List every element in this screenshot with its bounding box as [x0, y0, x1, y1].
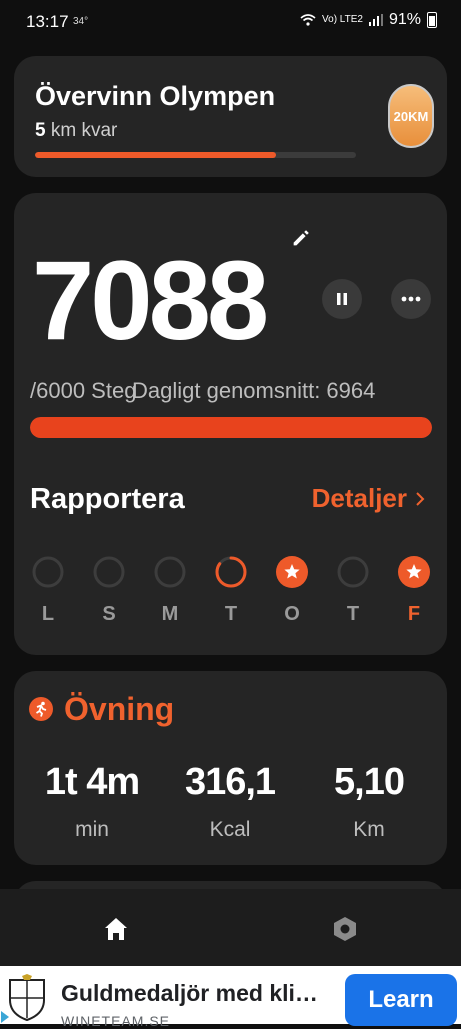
- empty-ring-icon: [32, 556, 64, 588]
- stat-value: 1t 4m: [44, 761, 140, 803]
- steps-goal: /6000 Steg: [30, 378, 137, 403]
- status-bar: 13:17 34° Vo) LTE2 91%: [0, 0, 461, 44]
- signal-icon: [368, 14, 383, 26]
- running-icon: [29, 697, 53, 721]
- exercise-card[interactable]: Övning 1t 4m min 316,1 Kcal 5,10 Km: [14, 671, 447, 865]
- day-label: S: [102, 603, 116, 625]
- ad-title: Guldmedaljör med kli…: [61, 980, 318, 1006]
- battery-percent: 91%: [388, 11, 421, 28]
- star-goal-icon: [398, 556, 430, 588]
- stat-value: 316,1: [184, 761, 276, 803]
- bottom-navigation: [0, 889, 461, 966]
- steps-progress-bar: [30, 417, 432, 438]
- partial-ring-icon: [215, 556, 247, 588]
- home-icon[interactable]: [102, 915, 130, 943]
- ad-learn-button[interactable]: Learn: [345, 974, 457, 1026]
- stat-value: 5,10: [334, 761, 405, 803]
- edit-icon[interactable]: [290, 227, 312, 249]
- ad-banner[interactable]: Guldmedaljör med kli… WINETEAM.SE Learn: [0, 966, 461, 1029]
- status-time: 13:17: [26, 12, 69, 31]
- exercise-title: Övning: [64, 691, 175, 727]
- day-indicator[interactable]: M: [152, 555, 188, 626]
- stat-unit: Kcal: [209, 818, 251, 841]
- weekly-report: LSMTOTF: [30, 555, 446, 625]
- badge-label: 20KM: [393, 108, 429, 124]
- stat-unit: min: [75, 818, 109, 841]
- star-goal-icon: [276, 556, 308, 588]
- challenge-remaining: 5 km kvar: [35, 120, 117, 142]
- wifi-icon: [300, 14, 316, 26]
- exercise-stat-duration: 1t 4m min: [22, 761, 162, 842]
- more-icon: [401, 296, 421, 302]
- pause-button[interactable]: [322, 279, 362, 319]
- day-label: M: [161, 603, 179, 625]
- steps-card[interactable]: 7088 /6000 Steg Dagligt genomsnitt: 6964…: [14, 193, 447, 655]
- report-title: Rapportera: [30, 483, 185, 515]
- empty-ring-icon: [337, 556, 369, 588]
- ad-choices-icon[interactable]: [0, 1010, 10, 1024]
- challenge-card[interactable]: Övervinn Olympen 5 km kvar 20KM: [14, 56, 447, 177]
- remaining-value: 5: [35, 120, 46, 141]
- status-icons: Vo) LTE2 91%: [300, 11, 437, 29]
- pause-icon: [337, 293, 347, 305]
- challenge-progress-bar: [35, 152, 356, 158]
- challenge-progress-fill: [35, 152, 276, 158]
- status-temperature: 34°: [73, 16, 89, 27]
- ad-source: WINETEAM.SE: [61, 1013, 171, 1029]
- day-label: T: [346, 603, 360, 625]
- stat-unit: Km: [353, 818, 385, 841]
- battery-icon: [427, 12, 437, 28]
- challenge-title: Övervinn Olympen: [35, 81, 276, 111]
- exercise-stat-calories: 316,1 Kcal: [160, 761, 300, 842]
- steps-progress-fill: [30, 417, 432, 438]
- ad-logo: [9, 974, 45, 1022]
- hexagon-icon[interactable]: [331, 915, 359, 943]
- challenge-badge: 20KM: [388, 84, 434, 148]
- day-label: F: [407, 603, 421, 625]
- day-indicator[interactable]: L: [30, 555, 66, 626]
- steps-daily-average: Dagligt genomsnitt: 6964: [132, 378, 376, 403]
- details-link[interactable]: Detaljer: [312, 483, 425, 514]
- day-label: T: [224, 603, 238, 625]
- day-indicator[interactable]: T: [213, 555, 249, 626]
- day-indicator[interactable]: T: [335, 555, 371, 626]
- step-count: 7088: [32, 238, 269, 363]
- details-label: Detaljer: [311, 483, 407, 513]
- day-indicator[interactable]: S: [91, 555, 127, 626]
- exercise-stat-distance: 5,10 Km: [299, 761, 439, 842]
- day-indicator[interactable]: F: [396, 555, 432, 626]
- day-label: O: [284, 603, 300, 625]
- chevron-right-icon: [416, 491, 425, 506]
- more-options-button[interactable]: [391, 279, 431, 319]
- network-label: Vo) LTE2: [322, 14, 363, 25]
- empty-ring-icon: [154, 556, 186, 588]
- empty-ring-icon: [93, 556, 125, 588]
- day-label: L: [41, 603, 55, 625]
- remaining-label: km kvar: [50, 120, 118, 141]
- day-indicator[interactable]: O: [274, 555, 310, 626]
